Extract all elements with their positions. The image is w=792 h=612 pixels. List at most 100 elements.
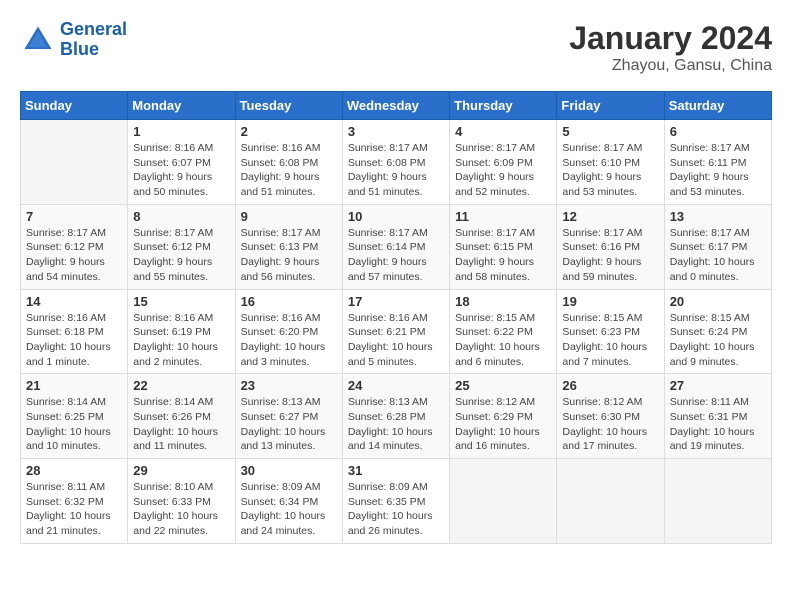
calendar-cell: 31 Sunrise: 8:09 AMSunset: 6:35 PMDayligh… <box>342 459 449 544</box>
calendar-week-row: 1 Sunrise: 8:16 AMSunset: 6:07 PMDaylight… <box>21 120 772 205</box>
calendar-cell: 10 Sunrise: 8:17 AMSunset: 6:14 PMDayligh… <box>342 204 449 289</box>
calendar-cell: 17 Sunrise: 8:16 AMSunset: 6:21 PMDayligh… <box>342 289 449 374</box>
title-block: January 2024 Zhayou, Gansu, China <box>569 20 772 75</box>
day-number: 1 <box>133 124 229 139</box>
day-number: 24 <box>348 378 444 393</box>
day-number: 19 <box>562 294 658 309</box>
header-row: SundayMondayTuesdayWednesdayThursdayFrid… <box>21 92 772 120</box>
day-info: Sunrise: 8:17 AMSunset: 6:12 PMDaylight:… <box>26 226 122 285</box>
calendar-cell: 19 Sunrise: 8:15 AMSunset: 6:23 PMDayligh… <box>557 289 664 374</box>
calendar-cell: 5Sunrise: 8:17 AMSunset: 6:10 PMDaylight… <box>557 120 664 205</box>
day-info: Sunrise: 8:17 AMSunset: 6:09 PMDaylight:… <box>455 141 551 200</box>
calendar-cell: 6Sunrise: 8:17 AMSunset: 6:11 PMDaylight… <box>664 120 771 205</box>
calendar-cell: 2 Sunrise: 8:16 AMSunset: 6:08 PMDaylight… <box>235 120 342 205</box>
day-number: 25 <box>455 378 551 393</box>
day-info: Sunrise: 8:09 AMSunset: 6:34 PMDaylight:… <box>241 480 337 539</box>
logo-line2: Blue <box>60 39 99 59</box>
day-info: Sunrise: 8:16 AMSunset: 6:19 PMDaylight:… <box>133 311 229 370</box>
main-title: January 2024 <box>569 20 772 57</box>
day-info: Sunrise: 8:14 AMSunset: 6:26 PMDaylight:… <box>133 395 229 454</box>
calendar-cell <box>21 120 128 205</box>
day-number: 8 <box>133 209 229 224</box>
day-number: 3 <box>348 124 444 139</box>
header-day: Sunday <box>21 92 128 120</box>
header-day: Wednesday <box>342 92 449 120</box>
day-info: Sunrise: 8:17 AMSunset: 6:12 PMDaylight:… <box>133 226 229 285</box>
day-number: 30 <box>241 463 337 478</box>
day-info: Sunrise: 8:17 AMSunset: 6:10 PMDaylight:… <box>562 141 658 200</box>
day-number: 13 <box>670 209 766 224</box>
day-info: Sunrise: 8:15 AMSunset: 6:24 PMDaylight:… <box>670 311 766 370</box>
calendar-table: SundayMondayTuesdayWednesdayThursdayFrid… <box>20 91 772 544</box>
day-info: Sunrise: 8:16 AMSunset: 6:07 PMDaylight:… <box>133 141 229 200</box>
calendar-week-row: 14 Sunrise: 8:16 AMSunset: 6:18 PMDayligh… <box>21 289 772 374</box>
calendar-header: SundayMondayTuesdayWednesdayThursdayFrid… <box>21 92 772 120</box>
day-info: Sunrise: 8:11 AMSunset: 6:31 PMDaylight:… <box>670 395 766 454</box>
calendar-cell: 24Sunrise: 8:13 AMSunset: 6:28 PMDayligh… <box>342 374 449 459</box>
day-info: Sunrise: 8:14 AMSunset: 6:25 PMDaylight:… <box>26 395 122 454</box>
day-info: Sunrise: 8:13 AMSunset: 6:27 PMDaylight:… <box>241 395 337 454</box>
day-number: 7 <box>26 209 122 224</box>
day-number: 17 <box>348 294 444 309</box>
day-number: 4 <box>455 124 551 139</box>
calendar-cell: 14 Sunrise: 8:16 AMSunset: 6:18 PMDayligh… <box>21 289 128 374</box>
calendar-cell: 1 Sunrise: 8:16 AMSunset: 6:07 PMDaylight… <box>128 120 235 205</box>
day-number: 14 <box>26 294 122 309</box>
day-number: 23 <box>241 378 337 393</box>
calendar-cell <box>557 459 664 544</box>
day-info: Sunrise: 8:17 AMSunset: 6:17 PMDaylight:… <box>670 226 766 285</box>
day-number: 26 <box>562 378 658 393</box>
calendar-cell: 18Sunrise: 8:15 AMSunset: 6:22 PMDayligh… <box>450 289 557 374</box>
day-info: Sunrise: 8:10 AMSunset: 6:33 PMDaylight:… <box>133 480 229 539</box>
logo-icon <box>20 22 56 58</box>
header-day: Thursday <box>450 92 557 120</box>
calendar-cell: 9 Sunrise: 8:17 AMSunset: 6:13 PMDaylight… <box>235 204 342 289</box>
calendar-cell: 3Sunrise: 8:17 AMSunset: 6:08 PMDaylight… <box>342 120 449 205</box>
day-number: 2 <box>241 124 337 139</box>
calendar-cell: 12 Sunrise: 8:17 AMSunset: 6:16 PMDayligh… <box>557 204 664 289</box>
calendar-cell: 23 Sunrise: 8:13 AMSunset: 6:27 PMDayligh… <box>235 374 342 459</box>
calendar-cell: 8 Sunrise: 8:17 AMSunset: 6:12 PMDaylight… <box>128 204 235 289</box>
day-number: 12 <box>562 209 658 224</box>
day-info: Sunrise: 8:17 AMSunset: 6:13 PMDaylight:… <box>241 226 337 285</box>
calendar-cell: 13 Sunrise: 8:17 AMSunset: 6:17 PMDayligh… <box>664 204 771 289</box>
day-info: Sunrise: 8:17 AMSunset: 6:16 PMDaylight:… <box>562 226 658 285</box>
calendar-cell: 22Sunrise: 8:14 AMSunset: 6:26 PMDayligh… <box>128 374 235 459</box>
day-info: Sunrise: 8:15 AMSunset: 6:23 PMDaylight:… <box>562 311 658 370</box>
header-day: Saturday <box>664 92 771 120</box>
day-info: Sunrise: 8:16 AMSunset: 6:21 PMDaylight:… <box>348 311 444 370</box>
day-info: Sunrise: 8:17 AMSunset: 6:14 PMDaylight:… <box>348 226 444 285</box>
calendar-cell: 27 Sunrise: 8:11 AMSunset: 6:31 PMDayligh… <box>664 374 771 459</box>
day-number: 9 <box>241 209 337 224</box>
page-header: General Blue January 2024 Zhayou, Gansu,… <box>20 20 772 75</box>
logo: General Blue <box>20 20 127 60</box>
calendar-cell: 28 Sunrise: 8:11 AMSunset: 6:32 PMDayligh… <box>21 459 128 544</box>
day-info: Sunrise: 8:11 AMSunset: 6:32 PMDaylight:… <box>26 480 122 539</box>
calendar-cell: 21Sunrise: 8:14 AMSunset: 6:25 PMDayligh… <box>21 374 128 459</box>
calendar-week-row: 21Sunrise: 8:14 AMSunset: 6:25 PMDayligh… <box>21 374 772 459</box>
calendar-body: 1 Sunrise: 8:16 AMSunset: 6:07 PMDaylight… <box>21 120 772 544</box>
header-day: Friday <box>557 92 664 120</box>
day-number: 29 <box>133 463 229 478</box>
day-info: Sunrise: 8:09 AMSunset: 6:35 PMDaylight:… <box>348 480 444 539</box>
day-info: Sunrise: 8:16 AMSunset: 6:20 PMDaylight:… <box>241 311 337 370</box>
calendar-cell: 11 Sunrise: 8:17 AMSunset: 6:15 PMDayligh… <box>450 204 557 289</box>
day-number: 10 <box>348 209 444 224</box>
day-info: Sunrise: 8:17 AMSunset: 6:15 PMDaylight:… <box>455 226 551 285</box>
calendar-cell: 29 Sunrise: 8:10 AMSunset: 6:33 PMDayligh… <box>128 459 235 544</box>
day-number: 28 <box>26 463 122 478</box>
calendar-cell: 30 Sunrise: 8:09 AMSunset: 6:34 PMDayligh… <box>235 459 342 544</box>
calendar-cell: 7 Sunrise: 8:17 AMSunset: 6:12 PMDaylight… <box>21 204 128 289</box>
day-number: 11 <box>455 209 551 224</box>
day-info: Sunrise: 8:16 AMSunset: 6:08 PMDaylight:… <box>241 141 337 200</box>
logo-line1: General <box>60 19 127 39</box>
header-day: Monday <box>128 92 235 120</box>
calendar-cell: 20Sunrise: 8:15 AMSunset: 6:24 PMDayligh… <box>664 289 771 374</box>
day-info: Sunrise: 8:16 AMSunset: 6:18 PMDaylight:… <box>26 311 122 370</box>
day-number: 16 <box>241 294 337 309</box>
day-number: 27 <box>670 378 766 393</box>
day-number: 31 <box>348 463 444 478</box>
header-day: Tuesday <box>235 92 342 120</box>
day-info: Sunrise: 8:12 AMSunset: 6:30 PMDaylight:… <box>562 395 658 454</box>
calendar-cell: 16 Sunrise: 8:16 AMSunset: 6:20 PMDayligh… <box>235 289 342 374</box>
